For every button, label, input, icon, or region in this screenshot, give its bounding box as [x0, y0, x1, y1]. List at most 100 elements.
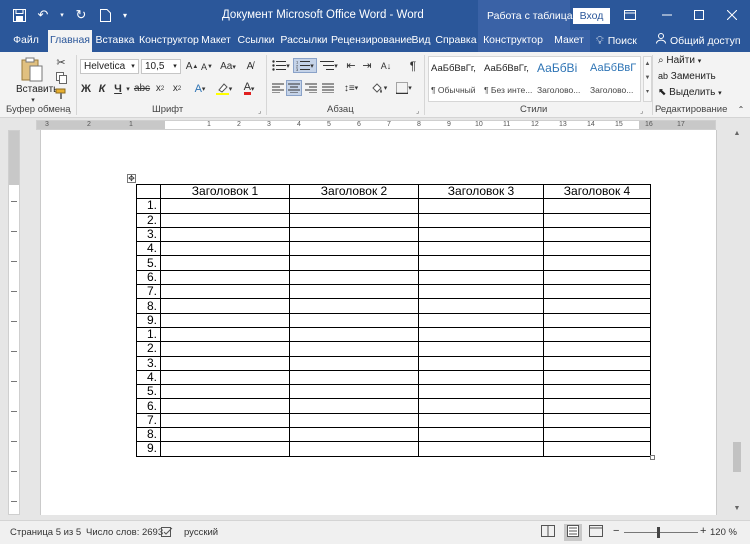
- read-mode-icon[interactable]: [541, 525, 555, 540]
- table-cell[interactable]: [418, 427, 544, 443]
- table-cell[interactable]: [160, 198, 290, 214]
- align-left-icon[interactable]: [270, 80, 286, 96]
- style-heading-1[interactable]: АаБбВі Заголово...: [535, 57, 588, 101]
- font-launcher-icon[interactable]: ⌟: [258, 107, 261, 115]
- restore-icon[interactable]: [683, 0, 715, 30]
- language[interactable]: русский: [184, 527, 218, 538]
- table-cell[interactable]: [289, 427, 419, 443]
- table-cell[interactable]: [160, 312, 290, 328]
- table-cell[interactable]: [418, 212, 544, 228]
- shading-icon[interactable]: ▾: [368, 80, 390, 96]
- table-cell[interactable]: [160, 255, 290, 271]
- decrease-indent-icon[interactable]: ⇤: [344, 58, 358, 73]
- paragraph-launcher-icon[interactable]: ⌟: [416, 107, 419, 115]
- table-cell[interactable]: [543, 326, 651, 343]
- table-cell[interactable]: [543, 284, 651, 300]
- table-row-number[interactable]: 8.: [136, 427, 161, 443]
- table-row-number[interactable]: 6.: [136, 269, 161, 286]
- find-button[interactable]: ⌕ Найти ▾: [658, 55, 701, 66]
- table-cell[interactable]: [160, 355, 290, 371]
- table-cell[interactable]: [418, 355, 544, 371]
- table-cell[interactable]: [160, 441, 290, 457]
- shrink-font-icon[interactable]: A ▼: [200, 59, 214, 74]
- table-cell[interactable]: [160, 298, 290, 314]
- table-cell[interactable]: [160, 341, 290, 357]
- table-cell[interactable]: [160, 412, 290, 429]
- table-header-cell[interactable]: Заголовок 2: [289, 183, 419, 200]
- clipboard-launcher-icon[interactable]: ⌟: [68, 107, 71, 115]
- underline-dropdown-icon[interactable]: ▾: [124, 82, 132, 96]
- tab-layout[interactable]: Макет: [199, 30, 233, 52]
- line-spacing-icon[interactable]: ↕≡ ▾: [340, 80, 362, 96]
- highlight-color-icon[interactable]: ▾: [213, 81, 235, 96]
- table-header-cell[interactable]: [136, 183, 161, 200]
- table-cell[interactable]: [160, 398, 290, 414]
- table-row-number[interactable]: 6.: [136, 398, 161, 414]
- table-row-number[interactable]: 9.: [136, 441, 161, 457]
- table-cell[interactable]: [418, 255, 544, 271]
- tab-help[interactable]: Справка: [435, 30, 477, 52]
- superscript-icon[interactable]: x2: [170, 81, 184, 96]
- table-cell[interactable]: [289, 198, 419, 214]
- tab-file[interactable]: Файл: [10, 30, 42, 52]
- table-header-cell[interactable]: Заголовок 1: [160, 183, 290, 200]
- table-cell[interactable]: [289, 255, 419, 271]
- table-header-cell[interactable]: Заголовок 3: [418, 183, 544, 200]
- style-normal[interactable]: АаБбВвГг, ¶ Обычный: [429, 57, 482, 101]
- table-cell[interactable]: [543, 384, 651, 400]
- table-cell[interactable]: [418, 284, 544, 300]
- tab-mailings[interactable]: Рассылки: [280, 30, 328, 52]
- proofing-icon[interactable]: [161, 527, 173, 540]
- replace-button[interactable]: ab Заменить: [658, 71, 716, 82]
- tell-me-search[interactable]: 💡︎ Поиск: [596, 30, 637, 52]
- table-cell[interactable]: [160, 427, 290, 443]
- table-cell[interactable]: [160, 269, 290, 286]
- vertical-scrollbar[interactable]: ▲ ▼: [730, 130, 744, 515]
- text-effects-icon[interactable]: A ▾: [190, 81, 210, 96]
- vertical-ruler[interactable]: [8, 130, 20, 515]
- table-cell[interactable]: [289, 269, 419, 286]
- new-document-icon[interactable]: [96, 6, 114, 24]
- format-painter-icon[interactable]: [54, 87, 68, 101]
- page-count[interactable]: Страница 5 из 5: [10, 527, 81, 538]
- table-cell[interactable]: [418, 384, 544, 400]
- align-right-icon[interactable]: [303, 80, 319, 96]
- table-cell[interactable]: [289, 441, 419, 457]
- table-cell[interactable]: [418, 226, 544, 243]
- collapse-ribbon-icon[interactable]: ⌃: [736, 104, 746, 114]
- table-cell[interactable]: [289, 369, 419, 386]
- paste-dropdown-icon[interactable]: ▾: [28, 96, 38, 104]
- close-icon[interactable]: [716, 0, 748, 30]
- undo-dropdown-icon[interactable]: ▾: [58, 6, 66, 24]
- table-row-number[interactable]: 1.: [136, 198, 161, 214]
- subscript-icon[interactable]: x2: [153, 81, 167, 96]
- table-move-handle-icon[interactable]: ✥: [127, 174, 136, 183]
- zoom-in-icon[interactable]: +: [700, 525, 706, 537]
- table-cell[interactable]: [418, 298, 544, 314]
- web-layout-icon[interactable]: [589, 525, 603, 540]
- sign-in-button[interactable]: Вход: [573, 8, 610, 24]
- cut-icon[interactable]: ✂: [54, 55, 68, 69]
- table-cell[interactable]: [289, 298, 419, 314]
- align-center-icon[interactable]: [286, 80, 302, 96]
- table-cell[interactable]: [418, 269, 544, 286]
- show-formatting-marks-icon[interactable]: ¶: [406, 58, 420, 73]
- table-cell[interactable]: [160, 284, 290, 300]
- table-cell[interactable]: [418, 312, 544, 328]
- style-heading-2[interactable]: АаБбВвГ Заголово...: [588, 57, 641, 101]
- table-cell[interactable]: [160, 384, 290, 400]
- share-button[interactable]: Общий доступ: [656, 30, 741, 52]
- paste-button[interactable]: Вставить: [16, 84, 58, 95]
- bullets-icon[interactable]: ▾: [270, 58, 292, 73]
- word-count[interactable]: Число слов: 2693: [86, 527, 163, 538]
- table-row-number[interactable]: 8.: [136, 298, 161, 314]
- table-cell[interactable]: [418, 369, 544, 386]
- zoom-level[interactable]: 120 %: [710, 527, 737, 538]
- table-cell[interactable]: [543, 226, 651, 243]
- zoom-slider-thumb[interactable]: [657, 527, 660, 538]
- table-cell[interactable]: [543, 241, 651, 257]
- table-resize-handle[interactable]: [650, 455, 655, 460]
- tab-view[interactable]: Вид: [409, 30, 433, 52]
- table-cell[interactable]: [543, 312, 651, 328]
- table-cell[interactable]: [543, 355, 651, 371]
